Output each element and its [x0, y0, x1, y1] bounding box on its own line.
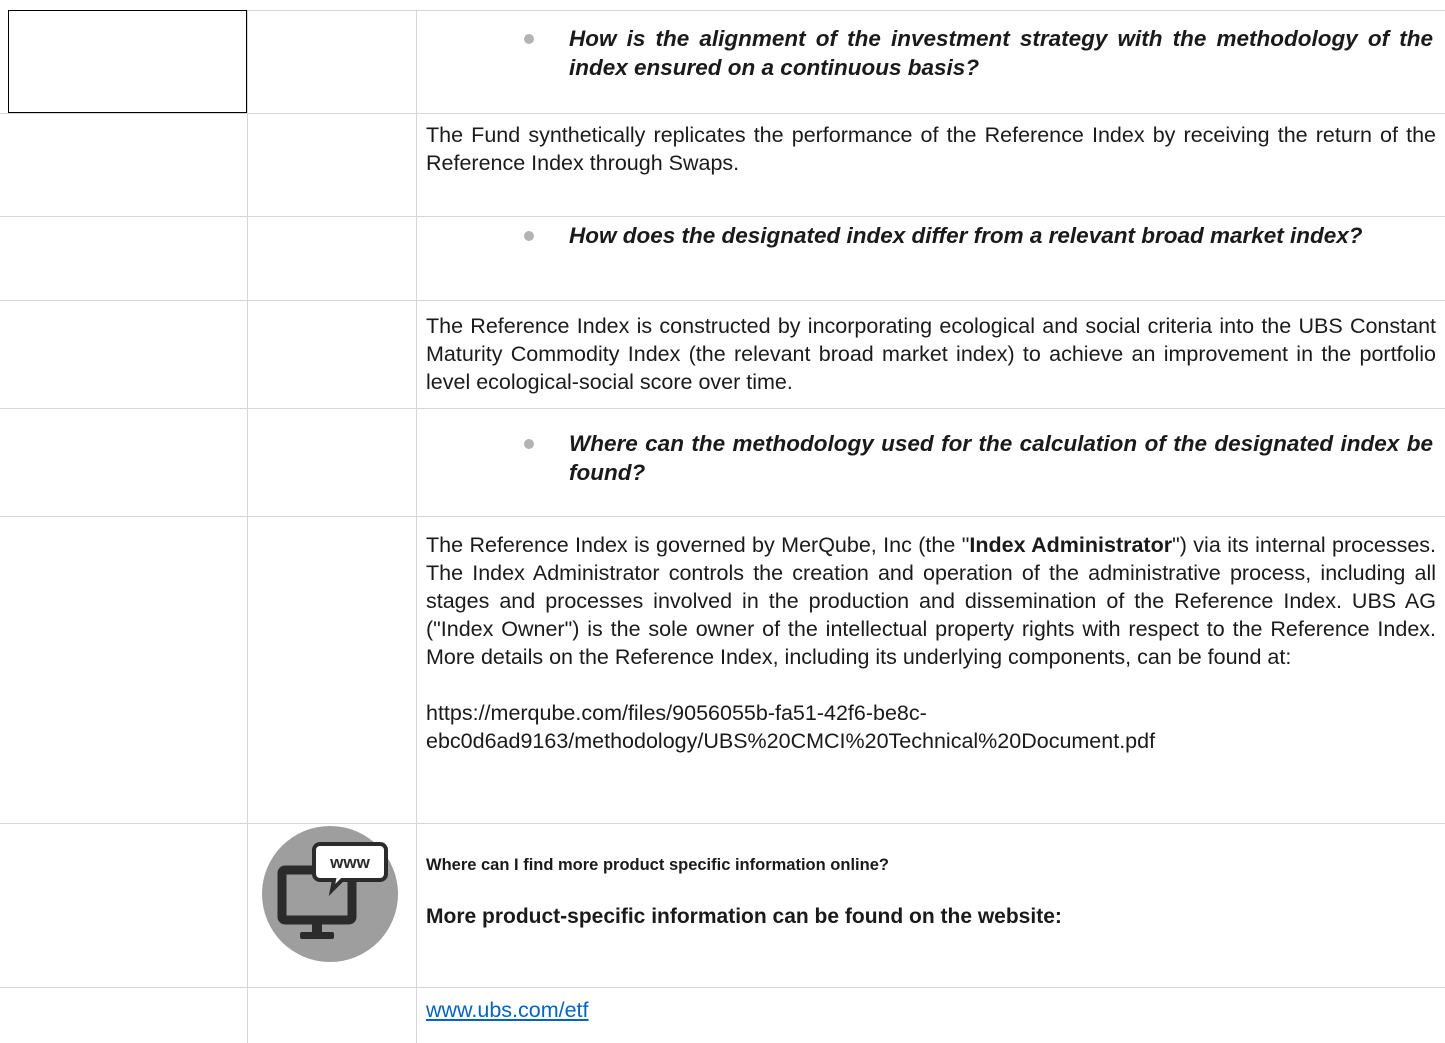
- ubs-etf-link[interactable]: www.ubs.com/etf: [426, 996, 589, 1024]
- answer-alignment: The Fund synthetically replicates the pe…: [426, 123, 1436, 175]
- bullet-icon: [524, 34, 534, 44]
- grid-vline: [247, 10, 248, 1043]
- grid-hline: [0, 987, 1445, 988]
- answer-text-bold: Index Administrator: [969, 533, 1173, 557]
- www-monitor-icon: www: [262, 826, 398, 962]
- bullet-icon: [524, 439, 534, 449]
- methodology-url-line1: https://merqube.com/files/9056055b-fa51-…: [426, 701, 927, 725]
- grid-hline: [0, 216, 1445, 217]
- answer-index-difference: The Reference Index is constructed by in…: [426, 314, 1436, 394]
- answer-methodology-location: The Reference Index is governed by MerQu…: [426, 531, 1436, 755]
- answer-text-part1: The Reference Index is governed by MerQu…: [426, 533, 970, 557]
- online-info-subheading: More product-specific information can be…: [426, 905, 1062, 928]
- grid-hline: [0, 300, 1445, 301]
- header-empty-box: [8, 10, 247, 113]
- grid-hline: [0, 113, 1445, 114]
- www-icon-label: www: [329, 853, 370, 872]
- grid-hline: [0, 823, 1445, 824]
- grid-hline: [0, 516, 1445, 517]
- question-methodology-location: Where can the methodology used for the c…: [569, 431, 1433, 485]
- online-info-heading: Where can I find more product specific i…: [426, 856, 889, 874]
- methodology-url: https://merqube.com/files/9056055b-fa51-…: [426, 699, 1436, 755]
- question-alignment: How is the alignment of the investment s…: [569, 26, 1433, 80]
- grid-vline: [416, 10, 417, 1043]
- question-index-difference: How does the designated index differ fro…: [569, 223, 1363, 248]
- grid-hline: [0, 408, 1445, 409]
- bullet-icon: [524, 231, 534, 241]
- grid-hline: [247, 10, 1445, 11]
- document-page: How is the alignment of the investment s…: [0, 0, 1445, 1043]
- methodology-url-line2: ebc0d6ad9163/methodology/UBS%20CMCI%20Te…: [426, 729, 1156, 753]
